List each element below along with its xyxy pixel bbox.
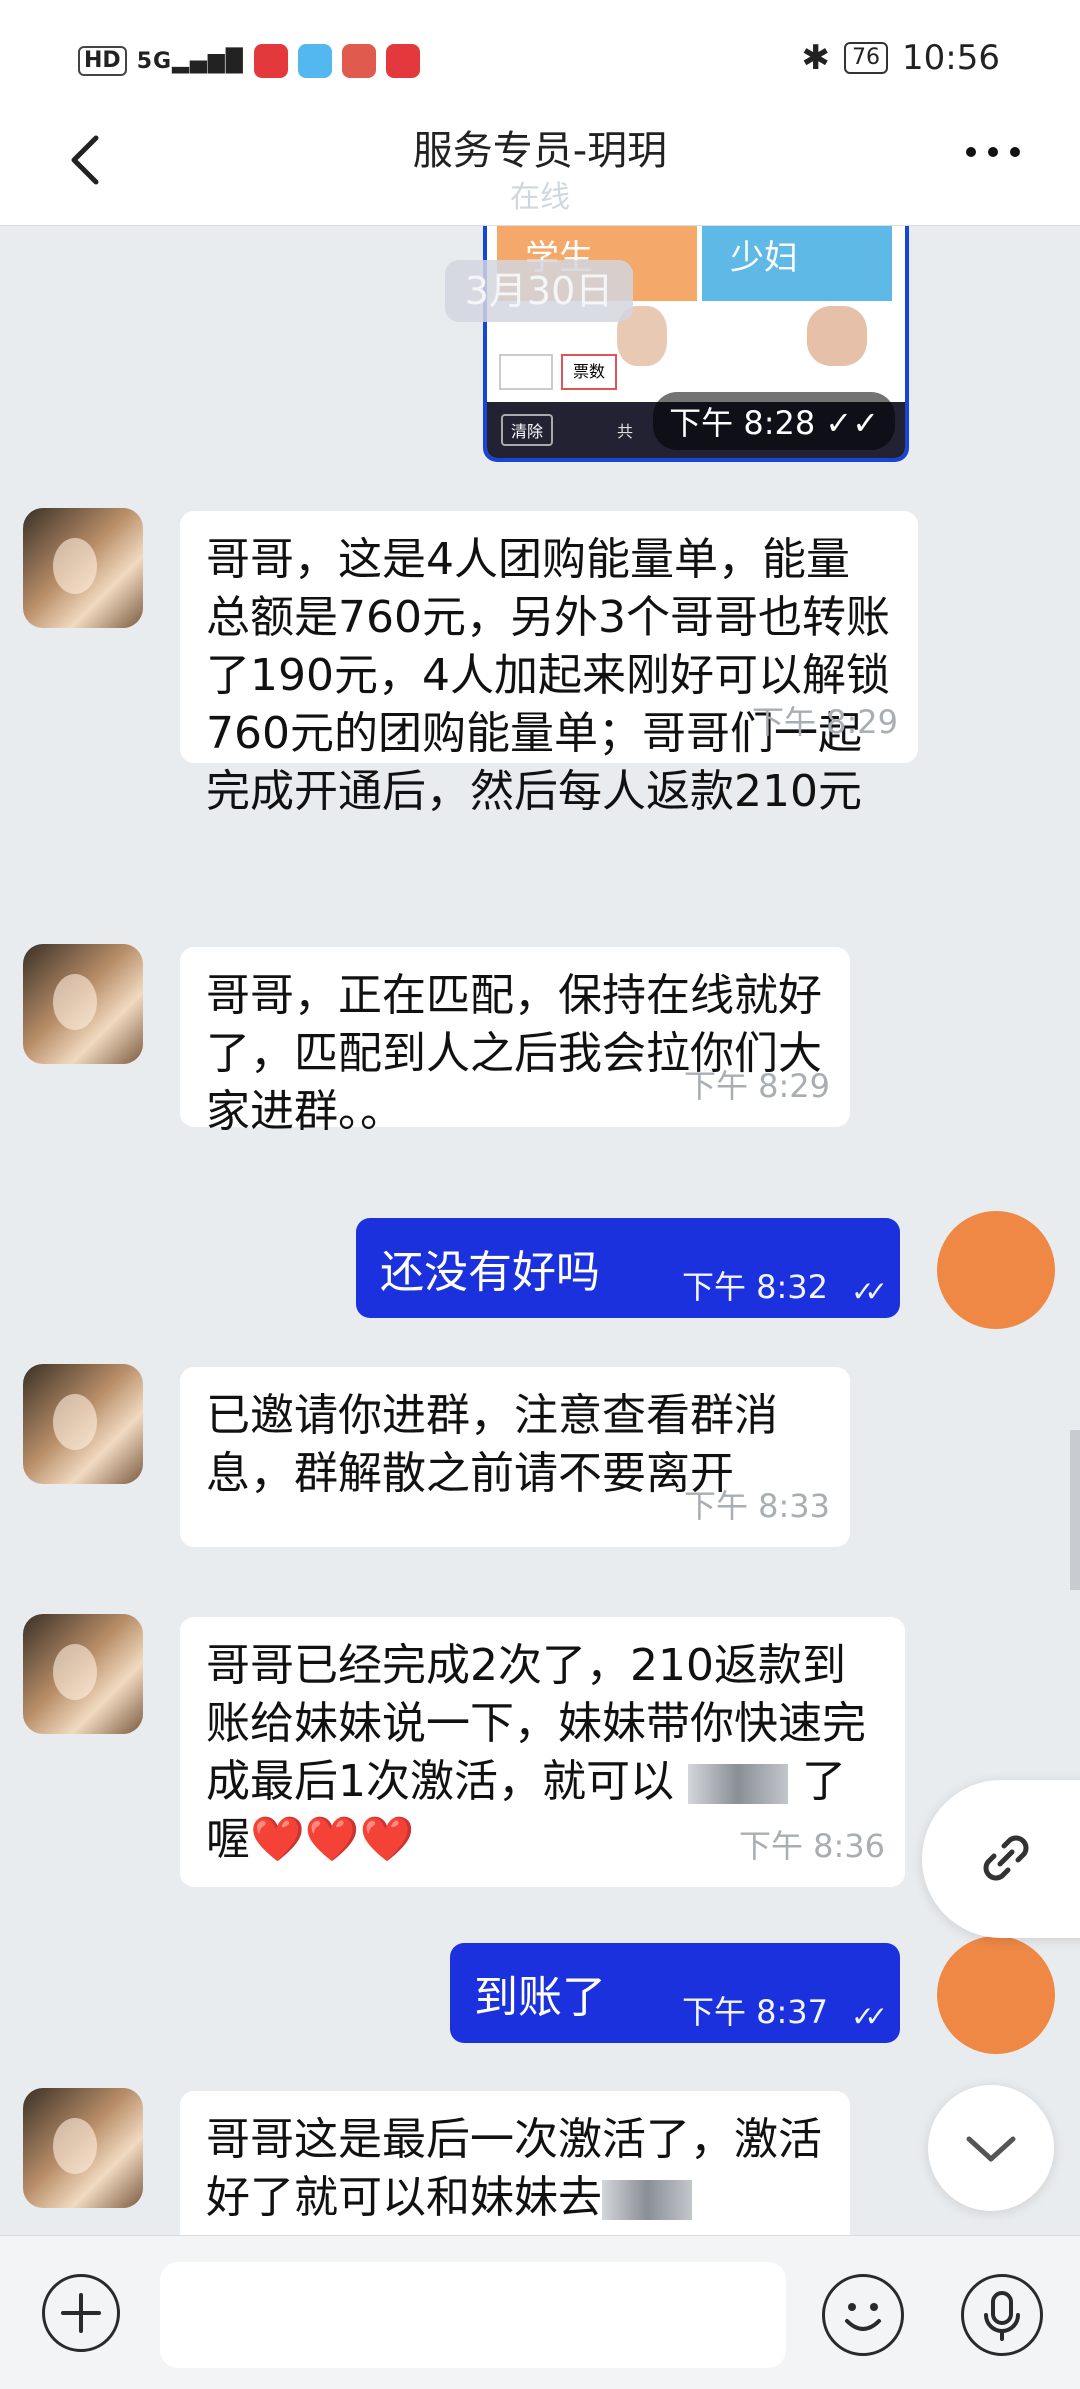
hd-icon: HD — [78, 46, 127, 76]
message-time: 下午 8:28 ✓✓ — [653, 392, 895, 450]
avatar[interactable] — [23, 2088, 143, 2208]
message-bubble[interactable]: 已邀请你进群，注意查看群消息，群解散之前请不要离开 下午 8:33 — [180, 1367, 850, 1547]
message-time: 下午 8:33 — [683, 1487, 830, 1525]
message-text: 哥哥这是最后一次激活了，激活好了就可以和妹妹去 — [206, 2114, 822, 2223]
app-icon — [341, 44, 376, 78]
avatar[interactable] — [23, 1614, 143, 1734]
status-right: ✱ 76 10:56 — [802, 38, 1000, 78]
redacted-text — [688, 1764, 788, 1804]
plus-icon[interactable] — [42, 2274, 120, 2352]
message-bubble-sent[interactable]: 到账了 下午 8:37 ✓✓ — [450, 1943, 900, 2043]
avatar[interactable] — [937, 1936, 1055, 2054]
image-field — [499, 354, 553, 390]
message-bubble[interactable]: 哥哥，这是4人团购能量单，能量总额是760元，另外3个哥哥也转账了190元，4人… — [180, 511, 918, 817]
message-bubble[interactable]: 哥哥已经完成2次了，210返款到账给妹妹说一下，妹妹带你快速完成最后1次激活，就… — [180, 1617, 905, 1887]
status-bar: HD 5G▂▄▆█ ✱ 76 10:56 — [0, 0, 1080, 110]
message-time: 下午 8:29 — [683, 1067, 830, 1105]
message-text: 到账了 — [474, 1972, 606, 2023]
read-receipt-icon: ✓✓ — [851, 1275, 888, 1308]
image-clear-label: 清除 — [501, 414, 554, 446]
signal-icon: 5G▂▄▆█ — [136, 48, 244, 74]
avatar[interactable] — [23, 508, 143, 628]
message-time: 下午 8:37 — [681, 1993, 828, 2031]
bluetooth-icon: ✱ — [801, 38, 831, 78]
chevron-down-icon — [966, 2136, 1016, 2162]
message-bubble-sent[interactable]: 还没有好吗 下午 8:32 ✓✓ — [356, 1218, 900, 1318]
message-time: 下午 8:36 — [738, 1827, 885, 1865]
chat-area: 学生 少妇 票数 清除 共 下午 8:28 ✓✓ 3月30日 哥哥，这是4人团购… — [0, 226, 1080, 2235]
clock: 10:56 — [902, 38, 1000, 78]
image-small-text: 共 — [617, 422, 634, 441]
chat-header: 服务专员-玥玥 在线 — [0, 110, 1080, 226]
image-field: 票数 — [561, 354, 617, 390]
weather-icon — [297, 44, 332, 78]
read-receipt-icon: ✓✓ — [851, 2000, 888, 2033]
online-status: 在线 — [510, 180, 570, 215]
scroll-to-bottom-button[interactable] — [928, 2085, 1054, 2211]
app-icon — [385, 44, 420, 78]
message-text: 还没有好吗 — [380, 1247, 600, 1298]
avatar[interactable] — [23, 1364, 143, 1484]
message-bubble[interactable]: 哥哥，正在匹配，保持在线就好了，匹配到人之后我会拉你们大家进群。。 下午 8:2… — [180, 947, 850, 1137]
image-thumbnail — [807, 306, 867, 366]
more-icon[interactable] — [960, 142, 1030, 182]
redacted-text — [602, 2180, 692, 2220]
page-title: 服务专员-玥玥 — [412, 128, 668, 174]
date-divider: 3月30日 — [445, 260, 633, 322]
message-text: 哥哥，这是4人团购能量单，能量总额是760元，另外3个哥哥也转账了190元，4人… — [206, 534, 890, 817]
heart-emojis: ❤️❤️❤️ — [250, 1814, 415, 1865]
avatar[interactable] — [23, 944, 143, 1064]
message-bubble[interactable]: 哥哥这是最后一次激活了，激活好了就可以和妹妹去 — [180, 2091, 850, 2235]
mic-icon[interactable] — [961, 2274, 1043, 2356]
smile-icon[interactable] — [822, 2274, 904, 2356]
message-input[interactable] — [160, 2262, 786, 2368]
link-button[interactable] — [922, 1780, 1080, 1938]
message-time: 下午 8:32 — [681, 1268, 828, 1306]
image-tile: 少妇 — [702, 226, 892, 301]
status-left: HD 5G▂▄▆█ — [78, 44, 420, 78]
input-bar — [0, 2235, 1080, 2389]
scrollbar[interactable] — [1070, 1430, 1080, 1590]
battery-icon: 76 — [844, 42, 889, 74]
message-time: 下午 8:29 — [751, 703, 898, 741]
app-icon — [253, 44, 288, 78]
link-icon — [983, 1835, 1029, 1881]
avatar[interactable] — [937, 1211, 1055, 1329]
